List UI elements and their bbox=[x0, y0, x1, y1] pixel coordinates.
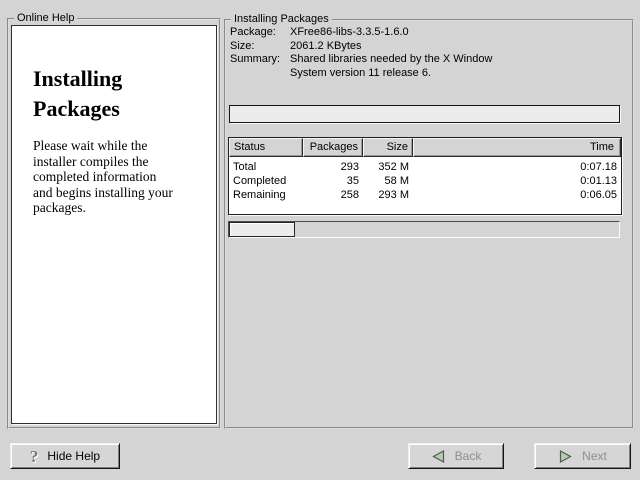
cell-status: Total bbox=[229, 160, 303, 174]
cell-time: 0:01.13 bbox=[413, 174, 621, 188]
help-body-text: Please wait while the installer compiles… bbox=[33, 138, 198, 216]
question-mark-icon: ? bbox=[30, 448, 39, 465]
column-header-time[interactable]: Time bbox=[413, 138, 621, 157]
back-arrow-icon bbox=[431, 450, 446, 463]
size-field-label: Size: bbox=[230, 40, 290, 54]
cell-size: 352 M bbox=[363, 160, 413, 174]
back-button[interactable]: Back bbox=[408, 443, 504, 469]
column-header-status[interactable]: Status bbox=[229, 138, 303, 157]
table-row-total: Total 293 352 M 0:07.18 bbox=[229, 160, 621, 174]
install-stats-table: Status Packages Size Time Total 293 352 … bbox=[228, 137, 622, 215]
cell-packages: 293 bbox=[303, 160, 363, 174]
help-title: Installing Packages bbox=[33, 64, 198, 124]
hide-help-button-label: Hide Help bbox=[47, 449, 100, 463]
installer-window: Online Help Installing Packages Please w… bbox=[0, 0, 640, 480]
column-header-size[interactable]: Size bbox=[363, 138, 413, 157]
back-button-label: Back bbox=[455, 449, 482, 463]
size-field-value: 2061.2 KBytes bbox=[290, 40, 492, 54]
next-arrow-icon bbox=[558, 450, 573, 463]
stats-table-body: Total 293 352 M 0:07.18 Completed 35 58 … bbox=[229, 157, 621, 214]
cell-time: 0:06.05 bbox=[413, 188, 621, 202]
next-button-label: Next bbox=[582, 449, 607, 463]
next-button[interactable]: Next bbox=[534, 443, 631, 469]
package-field-label: Package: bbox=[230, 26, 290, 40]
cell-time: 0:07.18 bbox=[413, 160, 621, 174]
package-info-fields: Package: XFree86-libs-3.3.5-1.6.0 Size: … bbox=[230, 26, 492, 80]
cell-status: Remaining bbox=[229, 188, 303, 202]
table-row-completed: Completed 35 58 M 0:01.13 bbox=[229, 174, 621, 188]
help-text-panel: Installing Packages Please wait while th… bbox=[11, 25, 217, 424]
table-row-remaining: Remaining 258 293 M 0:06.05 bbox=[229, 188, 621, 202]
package-progress-bar bbox=[229, 105, 620, 123]
package-field-value: XFree86-libs-3.3.5-1.6.0 bbox=[290, 26, 492, 40]
overall-progress-bar bbox=[228, 221, 620, 238]
online-help-groupbox: Online Help Installing Packages Please w… bbox=[7, 18, 221, 429]
cell-status: Completed bbox=[229, 174, 303, 188]
cell-packages: 258 bbox=[303, 188, 363, 202]
hide-help-button[interactable]: ? Hide Help bbox=[10, 443, 120, 469]
stats-table-header-row: Status Packages Size Time bbox=[229, 138, 621, 157]
installing-packages-frame-label: Installing Packages bbox=[231, 13, 332, 26]
cell-packages: 35 bbox=[303, 174, 363, 188]
column-header-packages[interactable]: Packages bbox=[303, 138, 363, 157]
summary-field-label: Summary: bbox=[230, 53, 290, 80]
summary-field-value: Shared libraries needed by the X Window … bbox=[290, 53, 492, 80]
online-help-frame-label: Online Help bbox=[14, 12, 77, 25]
cell-size: 293 M bbox=[363, 188, 413, 202]
overall-progress-fill bbox=[229, 222, 295, 237]
cell-size: 58 M bbox=[363, 174, 413, 188]
installing-packages-groupbox: Installing Packages Package: XFree86-lib… bbox=[224, 19, 634, 429]
